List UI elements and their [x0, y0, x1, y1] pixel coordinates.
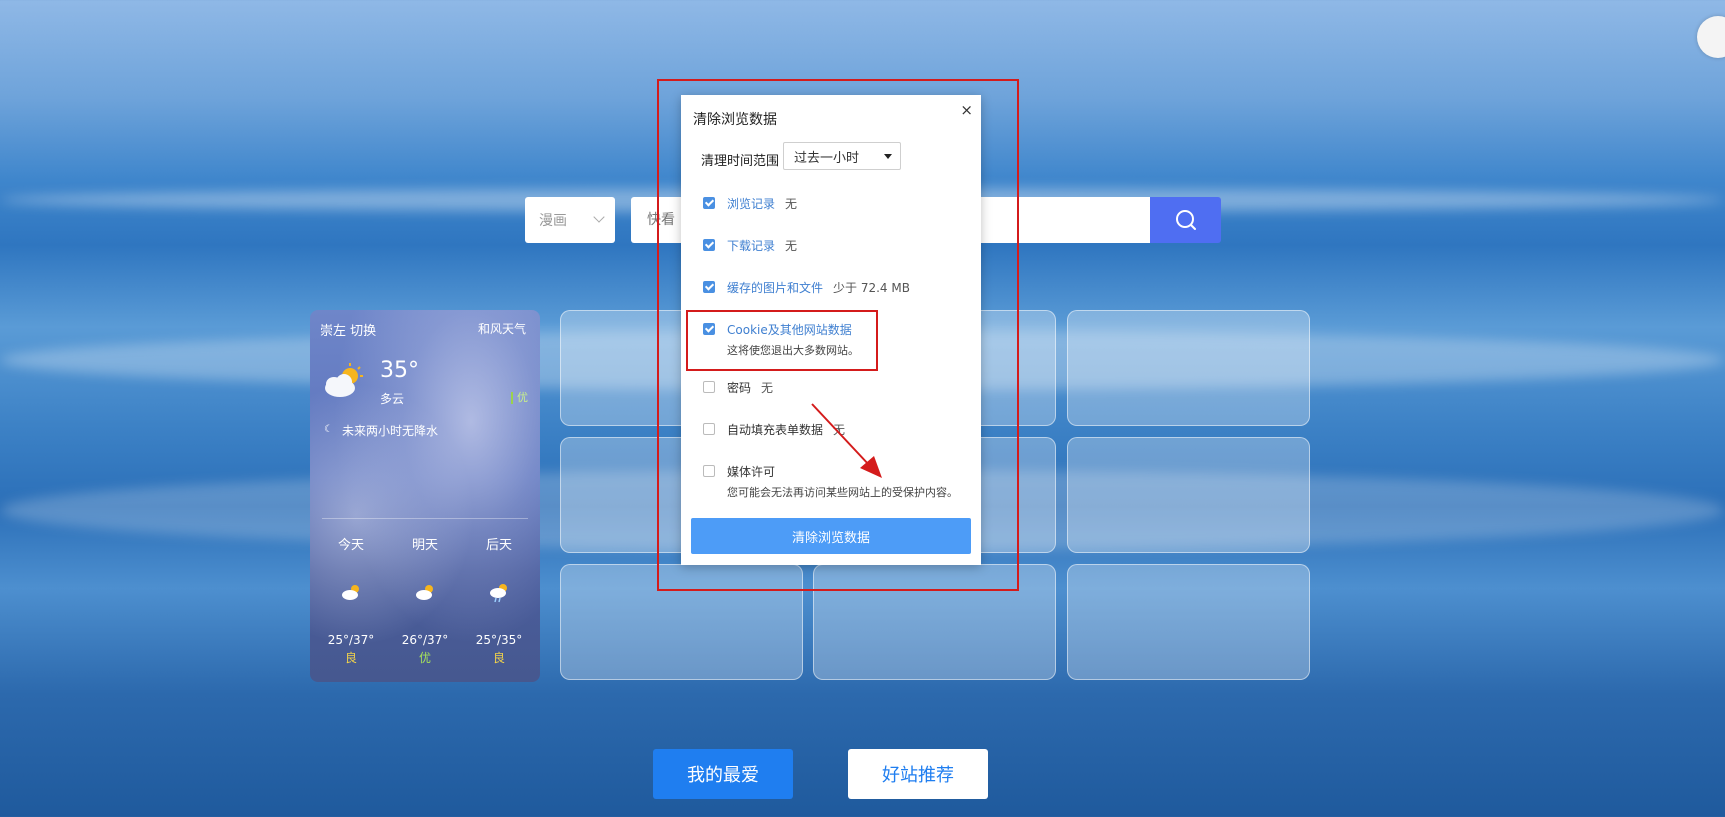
weather-widget: 崇左 切换 和风天气 35° 多云 优 ☾ 未来两小时无降水 今天 25°/37…	[310, 310, 540, 682]
forecast-temp-range: 25°/37°	[327, 633, 375, 647]
recommended-sites-tab[interactable]: 好站推荐	[848, 749, 988, 799]
forecast-day-label: 明天	[411, 538, 438, 553]
chevron-down-icon	[593, 211, 605, 223]
divider	[322, 518, 528, 519]
partly-cloudy-icon	[325, 363, 363, 397]
search-button[interactable]	[1150, 197, 1221, 243]
precipitation-note: 未来两小时无降水	[342, 424, 439, 438]
weather-location-row: 崇左 切换	[320, 320, 376, 339]
search-category-label: 漫画	[539, 213, 567, 229]
weather-location: 崇左	[320, 324, 347, 339]
forecast-temp-range: 26°/37°	[401, 633, 449, 647]
forecast-day: 后天 25°/35° 良	[464, 534, 534, 666]
rain-cloud-icon	[464, 583, 534, 605]
weather-switch-link[interactable]: 切换	[350, 324, 376, 339]
current-temperature: 35°	[380, 358, 419, 383]
annotation-box-highlight	[686, 310, 878, 371]
forecast-day-label: 今天	[337, 538, 364, 553]
shortcut-tile[interactable]	[1067, 564, 1310, 680]
forecast-day: 今天 25°/37° 良	[316, 534, 386, 666]
forecast-air-quality: 良	[492, 651, 505, 665]
moon-icon: ☾	[324, 424, 333, 435]
corner-widget-button[interactable]	[1697, 16, 1725, 58]
search-icon	[1175, 210, 1196, 230]
weather-condition: 多云	[380, 392, 405, 406]
partly-cloudy-icon	[390, 583, 460, 605]
air-quality-badge: 优	[511, 392, 528, 404]
shortcut-tile[interactable]	[1067, 437, 1310, 553]
shortcut-tile[interactable]	[1067, 310, 1310, 426]
search-category-select[interactable]: 漫画	[525, 197, 615, 243]
partly-cloudy-icon	[316, 583, 386, 605]
forecast-air-quality: 良	[344, 651, 357, 665]
forecast-temp-range: 25°/35°	[475, 633, 523, 647]
forecast-day: 明天 26°/37° 优	[390, 534, 460, 666]
weather-source[interactable]: 和风天气	[478, 320, 526, 337]
forecast-air-quality: 优	[418, 651, 431, 665]
forecast-day-label: 后天	[485, 538, 512, 553]
annotation-arrow	[811, 403, 882, 478]
favorites-tab[interactable]: 我的最爱	[653, 749, 793, 799]
